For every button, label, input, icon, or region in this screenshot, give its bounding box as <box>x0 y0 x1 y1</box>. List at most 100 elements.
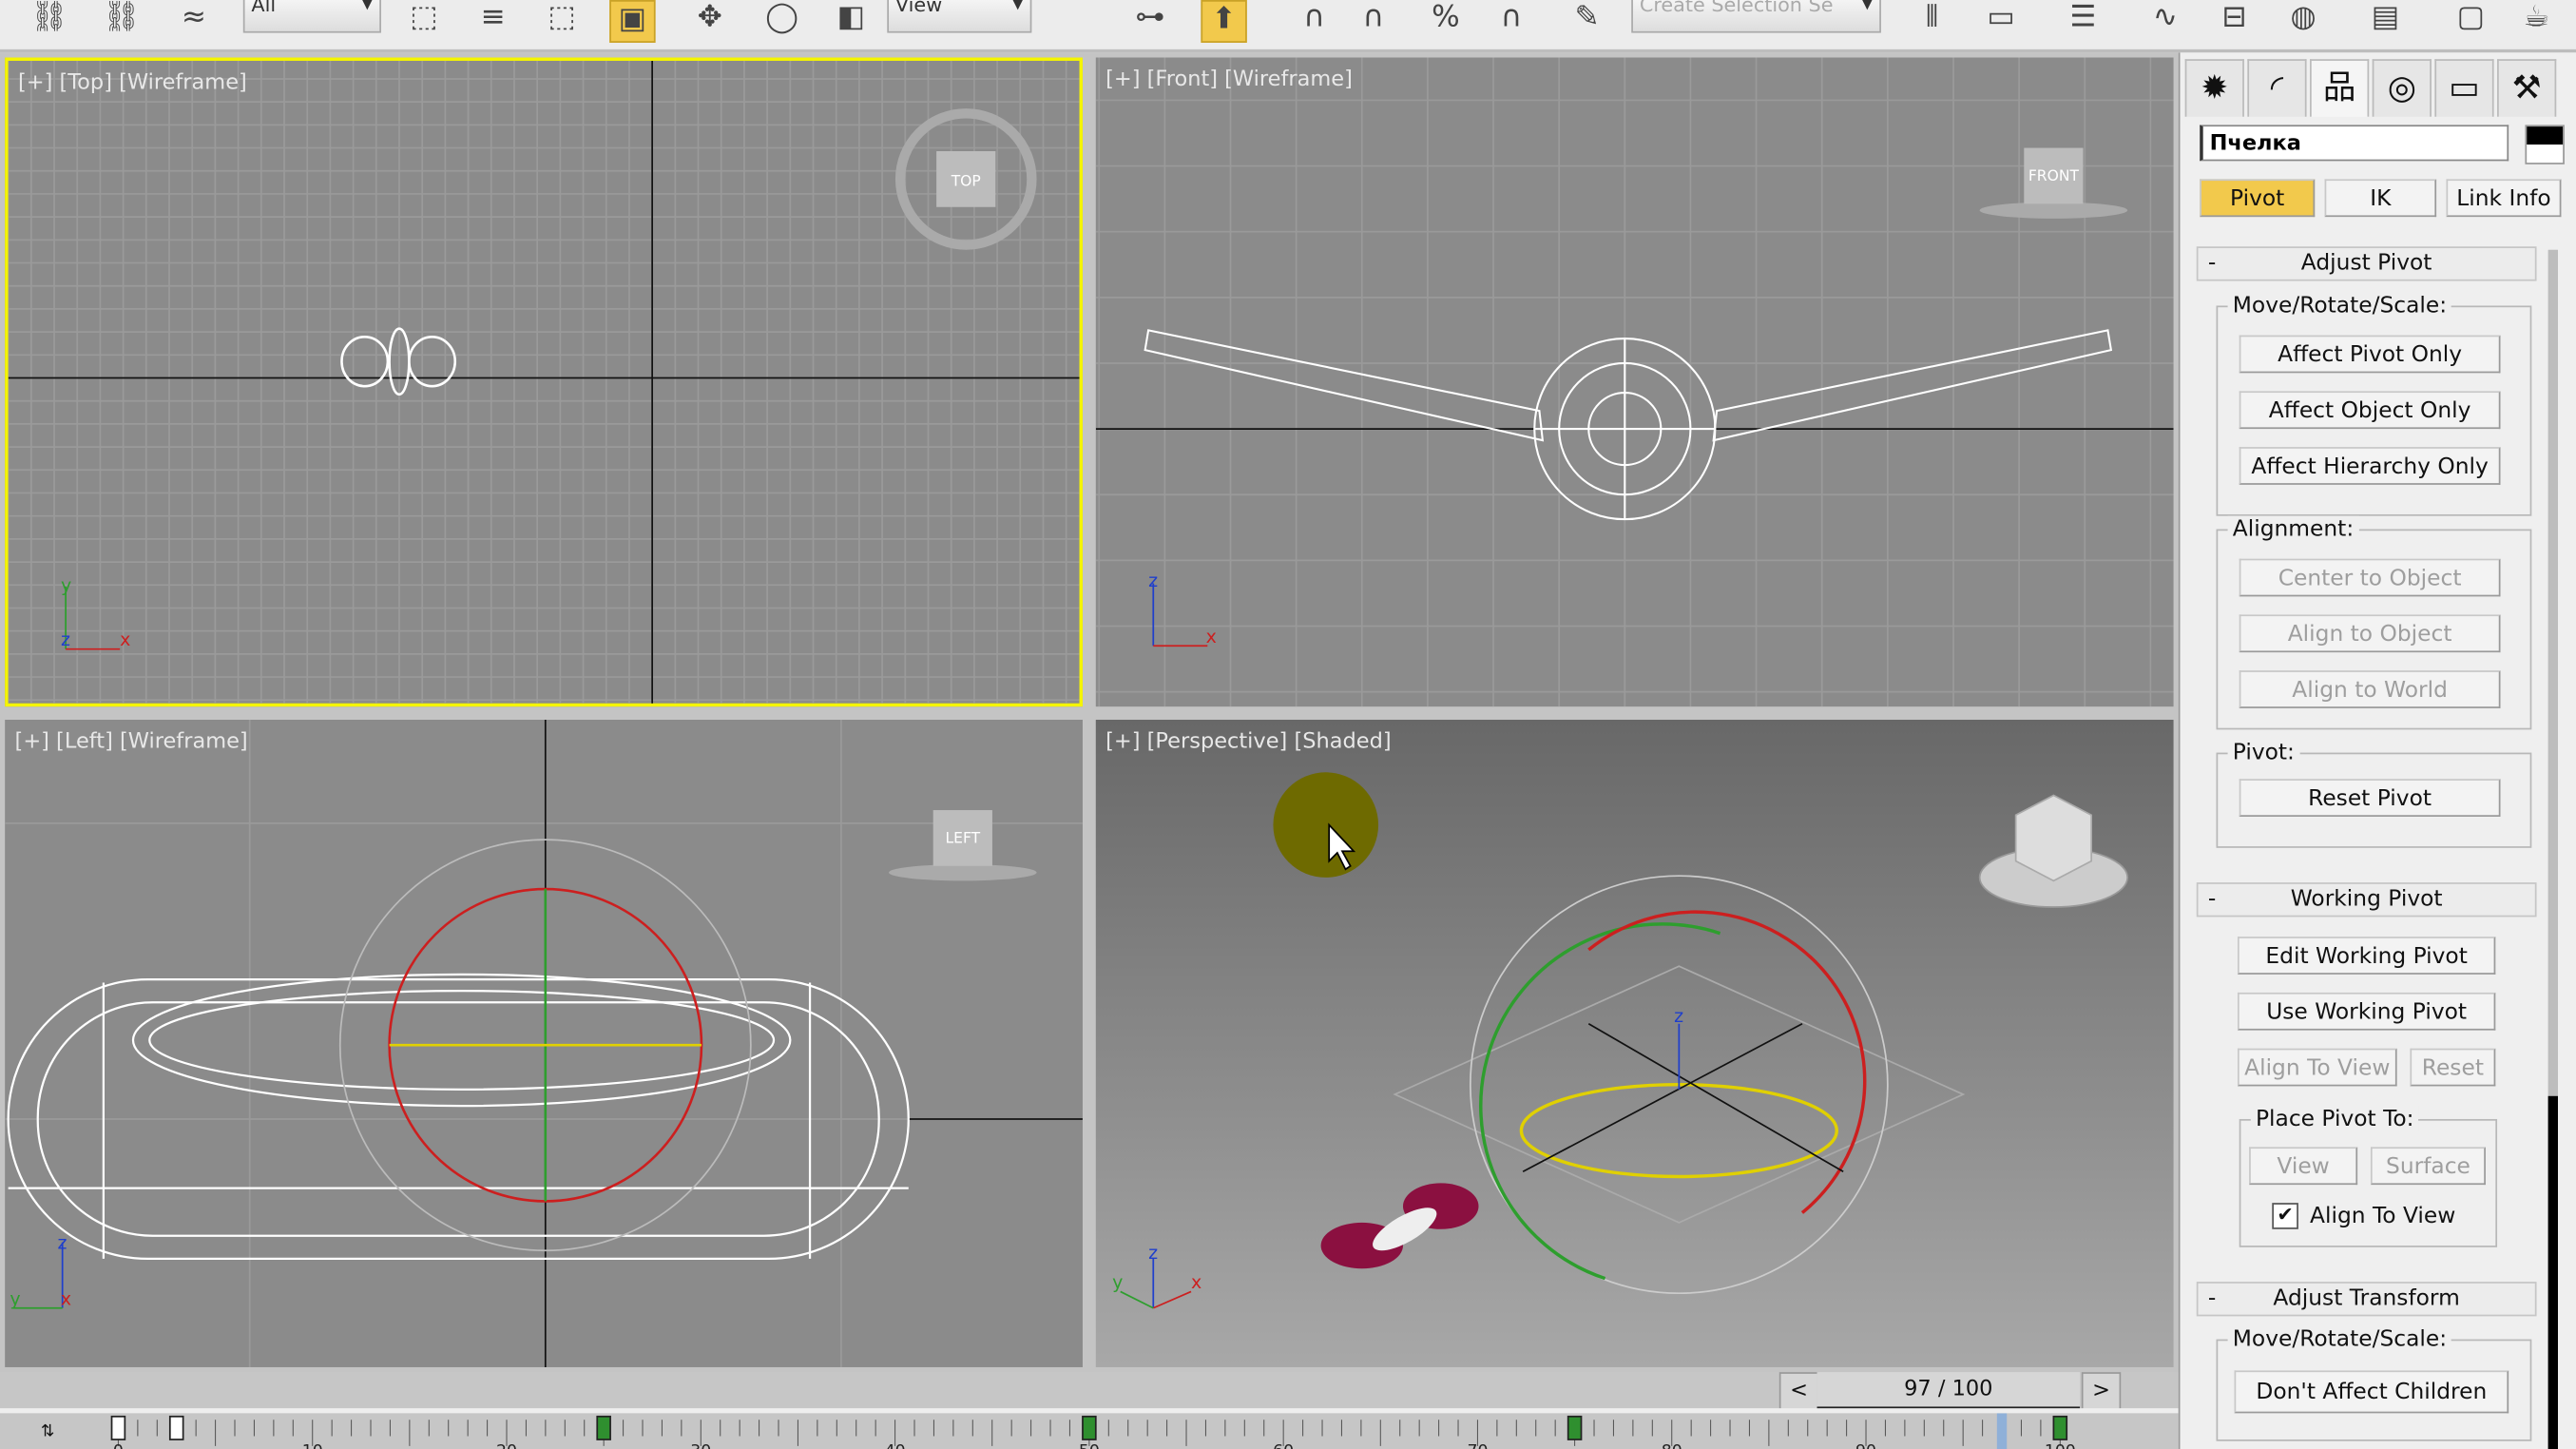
layer-explorer-icon[interactable]: ☰ <box>2062 0 2105 39</box>
chevron-down-icon: ▼ <box>361 0 374 13</box>
panel-scrollbar-thumb[interactable] <box>2547 1095 2558 1449</box>
rollout-adjust-pivot[interactable]: - Adjust Pivot <box>2196 246 2537 281</box>
align-to-object-button[interactable]: Align to Object <box>2239 614 2501 653</box>
schematic-view-icon[interactable]: ⊟ <box>2213 0 2256 39</box>
dropdown-value: All <box>251 0 277 17</box>
select-by-name-icon[interactable]: ≡ <box>471 0 514 39</box>
snaps-toggle-icon[interactable]: ∩ <box>1293 0 1336 39</box>
affect-object-only-button[interactable]: Affect Object Only <box>2239 391 2501 430</box>
svg-text:z: z <box>1148 570 1158 591</box>
select-and-rotate-icon[interactable]: ◯ <box>760 0 803 39</box>
panel-tab-modify-icon[interactable]: ◜ <box>2247 59 2307 117</box>
viewport-top[interactable]: TOP y x z [+] [Top] [Wireframe] <box>5 57 1083 707</box>
rollout-working-pivot[interactable]: - Working Pivot <box>2196 882 2537 918</box>
keyframe-marker <box>1567 1415 1583 1440</box>
viewport-label[interactable]: [+] [Top] [Wireframe] <box>18 70 247 95</box>
edit-working-pivot-button[interactable]: Edit Working Pivot <box>2237 937 2496 975</box>
viewport-perspective[interactable]: z z x y [+] [Perspective] [Shaded] <box>1095 720 2174 1367</box>
next-frame-button[interactable]: > <box>2081 1372 2122 1412</box>
angle-snap-icon[interactable]: ∩ <box>1352 0 1394 39</box>
rectangular-selection-icon[interactable]: ⬚ <box>541 0 584 39</box>
grid <box>8 60 1080 704</box>
place-pivot-surface-button[interactable]: Surface <box>2370 1147 2486 1186</box>
link-icon[interactable]: ⛓ <box>28 0 70 39</box>
viewcube-front: FRONT <box>1979 147 2128 219</box>
percent-snap-icon[interactable]: % <box>1424 0 1467 39</box>
viewport-label[interactable]: [+] [Perspective] [Shaded] <box>1105 729 1391 754</box>
reset-working-pivot-button[interactable]: Reset <box>2410 1048 2496 1087</box>
reference-coordinate-dropdown[interactable]: View ▼ <box>887 0 1032 33</box>
reset-pivot-button[interactable]: Reset Pivot <box>2239 779 2501 817</box>
tab-ik[interactable]: IK <box>2324 179 2437 218</box>
frame-tick-label: 30 <box>690 1441 711 1449</box>
tab-pivot[interactable]: Pivot <box>2200 179 2316 218</box>
trackbar[interactable]: 0 10 20 30 40 50 60 70 80 90 100 <box>0 1413 2179 1449</box>
svg-text:y: y <box>10 1288 20 1309</box>
place-pivot-view-button[interactable]: View <box>2249 1147 2358 1186</box>
frame-tick-label: 0 <box>113 1441 124 1449</box>
svg-text:z: z <box>61 629 70 650</box>
mirror-icon[interactable]: ⫴ <box>1911 0 1953 39</box>
current-frame-indicator <box>1996 1413 2008 1449</box>
3ds-max-window: ⛓ ⛓ ≈ ⬚ ≡ ⬚ ▣ ✥ ◯ ◧ ⬆ ⊶ ∩ ∩% ∩ ✎ ⫴ ▭ ☰ ∿ ⊟ ◍ ▤ ▢ ☕ All ▼ View ▼ Creat… <box>0 0 2576 1449</box>
svg-text:z: z <box>57 1233 67 1254</box>
bind-space-warp-icon[interactable]: ≈ <box>172 0 215 39</box>
panel-scrollbar[interactable] <box>2547 249 2558 1449</box>
panel-tab-create-icon[interactable]: ✹ <box>2184 59 2244 117</box>
unlink-icon[interactable]: ⛓ <box>100 0 143 39</box>
frame-tick-label: 70 <box>1467 1441 1488 1449</box>
select-object-icon[interactable]: ⬚ <box>402 0 445 39</box>
viewport-left[interactable]: LEFT z y x [+] [Left] [Wireframe] <box>5 720 1083 1367</box>
object-name-field[interactable] <box>2200 125 2509 162</box>
align-to-view-checkbox[interactable]: ✔ <box>2272 1203 2298 1229</box>
render-frame-icon[interactable]: ▢ <box>2450 0 2492 39</box>
curve-editor-icon[interactable]: ∿ <box>2143 0 2186 39</box>
bee-wings-wireframe <box>1144 329 2113 521</box>
axis-tripod: zx <box>1148 570 1217 647</box>
prev-frame-button[interactable]: < <box>1778 1372 1819 1412</box>
spinner-snap-icon[interactable]: ∩ <box>1490 0 1533 39</box>
align-to-world-button[interactable]: Align to World <box>2239 670 2501 708</box>
rollout-adjust-transform[interactable]: - Adjust Transform <box>2196 1282 2537 1317</box>
object-color-swatch[interactable] <box>2525 125 2565 164</box>
affect-pivot-only-button[interactable]: Affect Pivot Only <box>2239 335 2501 374</box>
frame-tick-label: 20 <box>496 1441 517 1449</box>
frame-tick-label: 80 <box>1662 1441 1682 1449</box>
viewport-label[interactable]: [+] [Front] [Wireframe] <box>1105 68 1353 92</box>
material-editor-icon[interactable]: ◍ <box>2282 0 2325 39</box>
render-setup-icon[interactable]: ▤ <box>2364 0 2407 39</box>
dont-affect-children-button[interactable]: Don't Affect Children <box>2234 1370 2509 1414</box>
panel-tab-utilities-icon[interactable]: ⚒ <box>2497 59 2557 117</box>
edit-named-selection-icon[interactable]: ✎ <box>1566 0 1608 39</box>
keyframe-marker <box>110 1415 126 1440</box>
keyboard-shortcut-override-icon[interactable]: ⊶ <box>1128 0 1171 39</box>
center-to-object-button[interactable]: Center to Object <box>2239 558 2501 597</box>
align-icon[interactable]: ▭ <box>1980 0 2023 39</box>
select-and-move-icon[interactable]: ✥ <box>688 0 731 39</box>
svg-text:z: z <box>1148 1243 1158 1264</box>
affect-hierarchy-only-button[interactable]: Affect Hierarchy Only <box>2239 447 2501 485</box>
named-selection-dropdown[interactable]: Create Selection Se ▼ <box>1631 0 1881 33</box>
render-icon[interactable]: ☕ <box>2515 0 2558 39</box>
selection-filter-dropdown[interactable]: All ▼ <box>242 0 381 33</box>
use-working-pivot-button[interactable]: Use Working Pivot <box>2237 992 2496 1031</box>
window-crossing-icon[interactable]: ▣ <box>609 0 656 43</box>
viewcube-left: LEFT <box>889 810 1037 881</box>
chevron-down-icon: ▼ <box>1011 0 1024 13</box>
select-and-scale-icon[interactable]: ◧ <box>830 0 873 39</box>
keyframe-marker <box>596 1415 611 1440</box>
tab-link-info[interactable]: Link Info <box>2446 179 2562 218</box>
viewport-label[interactable]: [+] [Left] [Wireframe] <box>15 729 248 754</box>
panel-tab-display-icon[interactable]: ▭ <box>2434 59 2494 117</box>
timeline: < 97 / 100 > ⇅ 0102030405060708090100 <box>0 1372 2179 1449</box>
top-viewport-canvas: TOP y x z <box>8 60 1080 704</box>
align-to-view-button[interactable]: Align To View <box>2237 1048 2397 1087</box>
time-slider[interactable]: 97 / 100 <box>1817 1372 2081 1410</box>
viewport-front[interactable]: FRONT zx [+] [Front] [Wireframe] <box>1095 57 2174 707</box>
panel-tab-hierarchy-icon[interactable]: 品 <box>2310 59 2370 117</box>
svg-text:x: x <box>1191 1272 1201 1293</box>
panel-tab-motion-icon[interactable]: ◎ <box>2372 59 2432 117</box>
select-and-manipulate-icon[interactable]: ⬆ <box>1201 0 1247 43</box>
cursor-highlight <box>1273 772 1379 878</box>
svg-text:TOP: TOP <box>951 172 981 189</box>
